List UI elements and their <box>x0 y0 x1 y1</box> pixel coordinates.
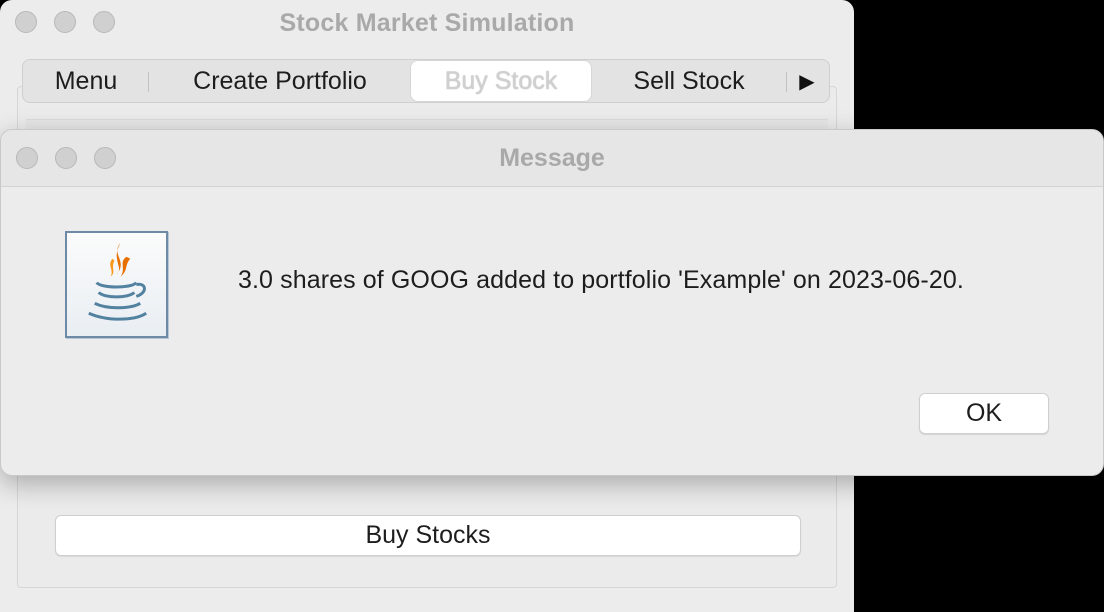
tab-sell-stock-label: Sell Stock <box>633 66 745 95</box>
dialog-title: Message <box>499 143 605 172</box>
tab-buy-stock-label: Buy Stock <box>444 66 558 95</box>
tab-sell-stock[interactable]: Sell Stock <box>591 61 787 101</box>
ok-button[interactable]: OK <box>919 393 1049 434</box>
message-dialog: Message 3.0 shares of GOOG added to port… <box>0 129 1104 476</box>
dialog-window-controls <box>16 147 116 169</box>
dialog-close-button[interactable] <box>16 147 38 169</box>
zoom-window-button[interactable] <box>93 11 115 33</box>
tab-scroll-right-icon[interactable]: ▶ <box>787 69 827 94</box>
message-text: 3.0 shares of GOOG added to portfolio 'E… <box>238 266 964 294</box>
minimize-window-button[interactable] <box>54 11 76 33</box>
tab-buy-stock[interactable]: Buy Stock <box>411 61 591 101</box>
tab-menu-label: Menu <box>54 66 118 95</box>
java-icon <box>65 231 168 338</box>
dialog-minimize-button[interactable] <box>55 147 77 169</box>
main-titlebar: Stock Market Simulation <box>0 0 854 46</box>
dialog-titlebar: Message <box>1 130 1103 187</box>
tab-create-portfolio-label: Create Portfolio <box>193 66 367 95</box>
window-controls <box>15 11 115 33</box>
close-window-button[interactable] <box>15 11 37 33</box>
tab-create-portfolio[interactable]: Create Portfolio <box>149 61 411 101</box>
window-title: Stock Market Simulation <box>279 8 575 37</box>
dialog-zoom-button[interactable] <box>94 147 116 169</box>
tab-menu[interactable]: Menu <box>23 61 149 101</box>
tab-bar: Menu Create Portfolio Buy Stock Sell Sto… <box>22 59 830 103</box>
buy-stocks-button[interactable]: Buy Stocks <box>55 515 801 556</box>
screen: Stock Market Simulation Menu Create Port… <box>0 0 1104 612</box>
